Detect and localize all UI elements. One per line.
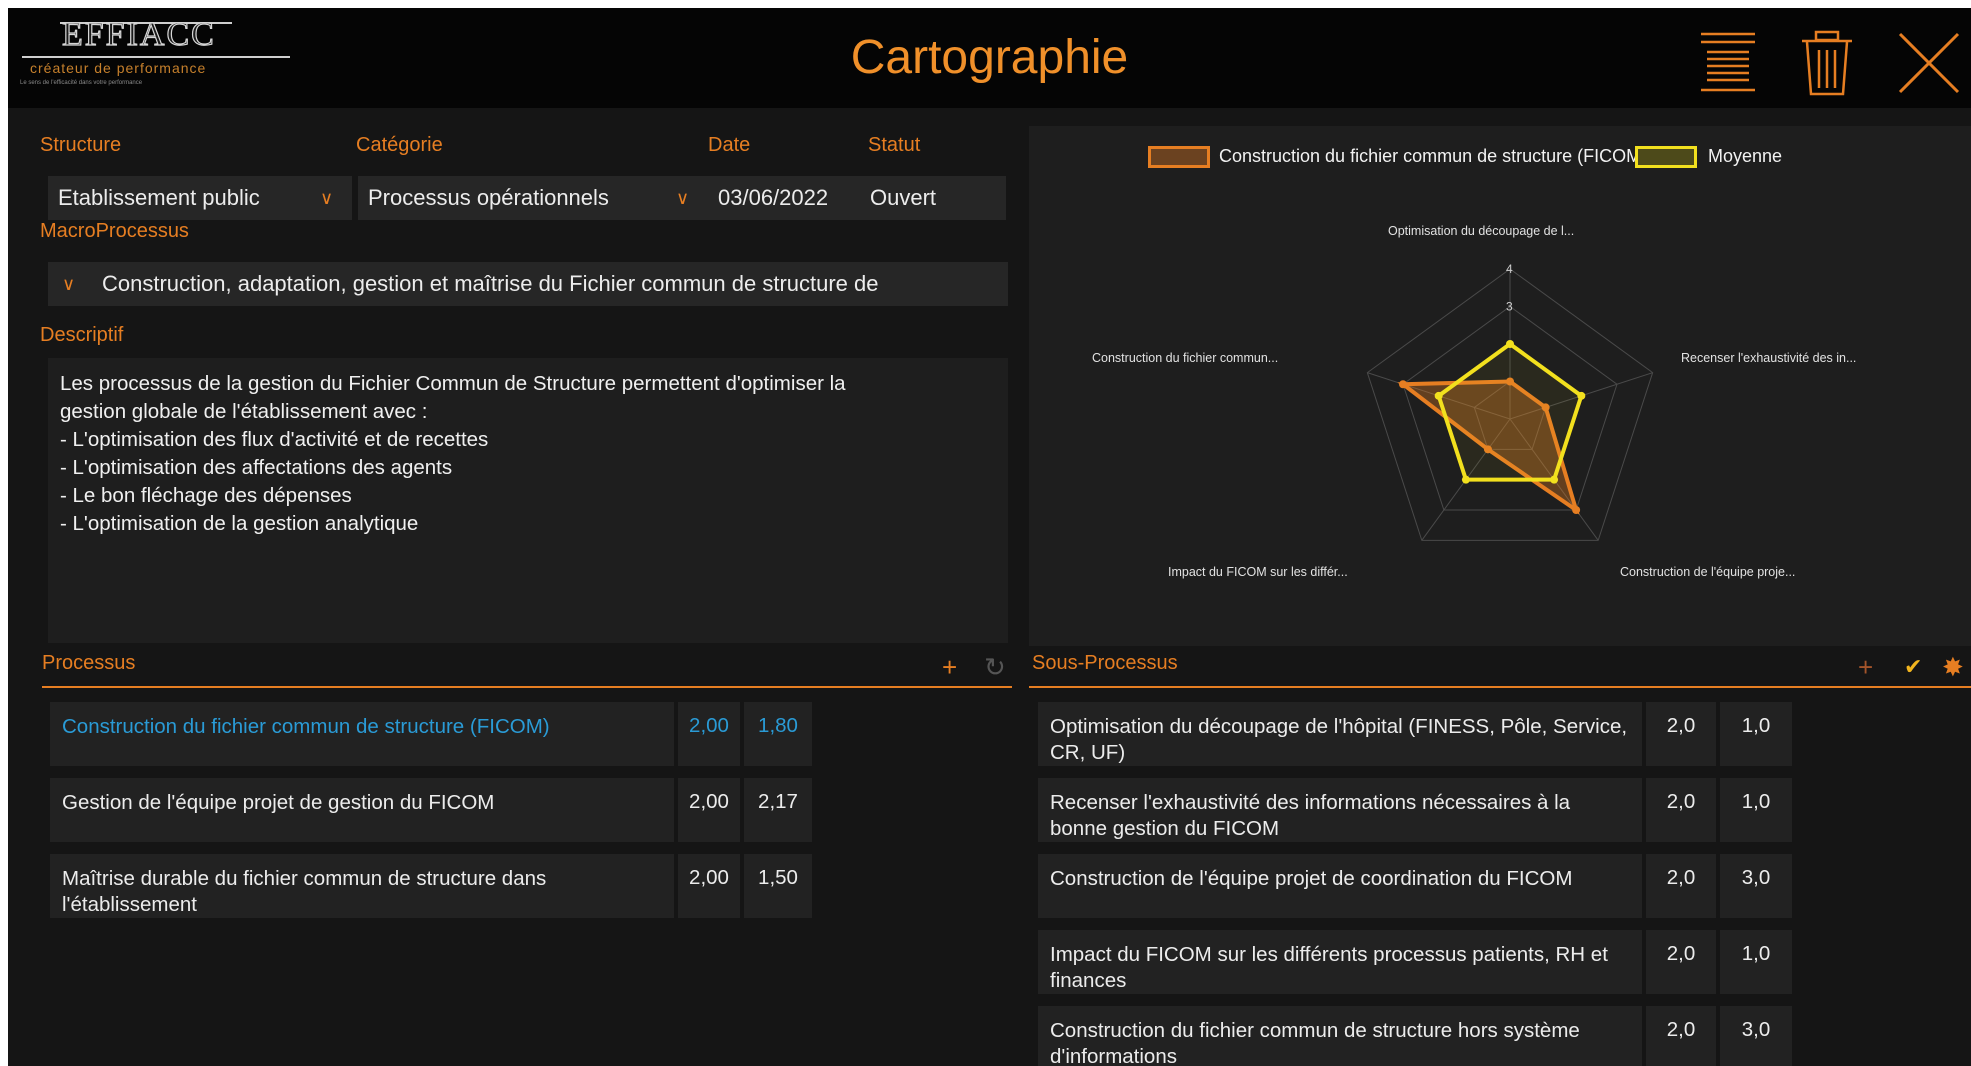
chevron-down-icon: ∨ bbox=[320, 188, 334, 208]
validate-button[interactable]: ✔ bbox=[1904, 654, 1922, 680]
series-ficom-point bbox=[1399, 380, 1408, 389]
axis-label: Impact du FICOM sur les différ... bbox=[1168, 565, 1348, 579]
sous-processus-value-1: 2,0 bbox=[1646, 702, 1716, 766]
processus-divider bbox=[42, 686, 1012, 688]
processus-value-2: 1,80 bbox=[744, 702, 812, 766]
sous-processus-value-1: 2,0 bbox=[1646, 854, 1716, 918]
sous-processus-value-2: 1,0 bbox=[1720, 702, 1792, 766]
close-button[interactable] bbox=[1894, 28, 1964, 98]
descriptif-textarea[interactable]: Les processus de la gestion du Fichier C… bbox=[48, 358, 1008, 643]
axis-label: Optimisation du découpage de l... bbox=[1388, 224, 1575, 238]
processus-name: Gestion de l'équipe projet de gestion du… bbox=[50, 778, 674, 842]
processus-value-1: 2,00 bbox=[678, 854, 740, 918]
sous-processus-name: Construction de l'équipe projet de coord… bbox=[1038, 854, 1642, 918]
processus-value-1: 2,00 bbox=[678, 702, 740, 766]
sous-processus-name: Construction du fichier commun de struct… bbox=[1038, 1006, 1642, 1066]
add-processus-button[interactable]: + bbox=[942, 654, 957, 680]
series-moyenne-point bbox=[1550, 475, 1559, 484]
tick-label: 4 bbox=[1506, 262, 1513, 276]
sous-processus-value-2: 1,0 bbox=[1720, 778, 1792, 842]
tick-label: 3 bbox=[1506, 300, 1513, 314]
processus-name: Construction du fichier commun de struct… bbox=[50, 702, 674, 766]
radar-chart-panel: Construction du fichier commun de struct… bbox=[1029, 126, 1971, 646]
series-ficom-point bbox=[1572, 506, 1581, 515]
series-moyenne-point bbox=[1506, 340, 1514, 348]
sous-processus-value-2: 3,0 bbox=[1720, 854, 1792, 918]
chevron-down-icon: ∨ bbox=[676, 188, 690, 208]
close-icon bbox=[1898, 32, 1960, 94]
macroprocessus-select[interactable]: ∨ Construction, adaptation, gestion et m… bbox=[48, 262, 1008, 306]
statut-value: Ouvert bbox=[870, 185, 937, 210]
network-icon: ✸ bbox=[1942, 652, 1964, 682]
delete-button[interactable] bbox=[1792, 28, 1862, 98]
add-sous-processus-button[interactable]: + bbox=[1858, 654, 1873, 680]
refresh-button[interactable]: ↻ bbox=[984, 654, 1006, 680]
processus-value-1: 2,00 bbox=[678, 778, 740, 842]
header-bar: EFFIACC créateur de performance Le sens … bbox=[8, 8, 1971, 108]
plus-icon: + bbox=[1858, 652, 1874, 682]
structure-label: Structure bbox=[40, 134, 122, 156]
processus-value-2: 1,50 bbox=[744, 854, 812, 918]
series-moyenne-point bbox=[1461, 475, 1470, 484]
series-moyenne-area bbox=[1436, 341, 1584, 482]
processus-name: Maîtrise durable du fichier commun de st… bbox=[50, 854, 674, 918]
categorie-label: Catégorie bbox=[356, 134, 443, 156]
sous-processus-value-2: 3,0 bbox=[1720, 1006, 1792, 1066]
statut-field[interactable]: Ouvert bbox=[860, 176, 1006, 220]
sous-processus-title: Sous-Processus bbox=[1032, 652, 1178, 674]
series-moyenne-point bbox=[1577, 391, 1586, 400]
plus-icon: + bbox=[942, 652, 958, 682]
page-title: Cartographie bbox=[850, 31, 1129, 84]
structure-value: Etablissement public bbox=[58, 185, 260, 210]
sous-processus-name: Impact du FICOM sur les différents proce… bbox=[1038, 930, 1642, 994]
axis-label: Construction de l'équipe proje... bbox=[1620, 565, 1796, 579]
sous-processus-divider bbox=[1029, 686, 1971, 688]
menu-icon bbox=[1701, 32, 1755, 92]
sous-processus-name: Optimisation du découpage de l'hôpital (… bbox=[1038, 702, 1642, 766]
statut-label: Statut bbox=[868, 134, 921, 156]
network-button[interactable]: ✸ bbox=[1942, 654, 1964, 680]
chevron-down-icon: ∨ bbox=[62, 274, 76, 294]
date-field[interactable]: 03/06/2022 bbox=[708, 176, 860, 220]
processus-title: Processus bbox=[42, 652, 136, 674]
macroprocessus-label: MacroProcessus bbox=[40, 220, 189, 242]
processus-value-2: 2,17 bbox=[744, 778, 812, 842]
axis-label: Construction du fichier commun... bbox=[1092, 351, 1279, 365]
series-moyenne-point bbox=[1434, 391, 1443, 400]
sous-processus-name: Recenser l'exhaustivité des informations… bbox=[1038, 778, 1642, 842]
sous-processus-value-1: 2,0 bbox=[1646, 1006, 1716, 1066]
check-icon: ✔ bbox=[1904, 654, 1923, 679]
sous-processus-value-1: 2,0 bbox=[1646, 778, 1716, 842]
sous-processus-value-2: 1,0 bbox=[1720, 930, 1792, 994]
structure-select[interactable]: Etablissement public ∨ bbox=[48, 176, 352, 220]
trash-icon bbox=[1802, 30, 1852, 96]
sous-processus-value-1: 2,0 bbox=[1646, 930, 1716, 994]
date-label: Date bbox=[708, 134, 751, 156]
categorie-value: Processus opérationnels bbox=[368, 185, 609, 210]
descriptif-label: Descriptif bbox=[40, 324, 124, 346]
date-value: 03/06/2022 bbox=[718, 185, 829, 210]
menu-button[interactable] bbox=[1693, 28, 1763, 98]
refresh-icon: ↻ bbox=[984, 652, 1006, 682]
app-window: EFFIACC créateur de performance Le sens … bbox=[8, 8, 1971, 1066]
macroprocessus-value: Construction, adaptation, gestion et maî… bbox=[102, 271, 879, 296]
categorie-select[interactable]: Processus opérationnels ∨ bbox=[358, 176, 708, 220]
axis-label: Recenser l'exhaustivité des in... bbox=[1681, 351, 1857, 365]
